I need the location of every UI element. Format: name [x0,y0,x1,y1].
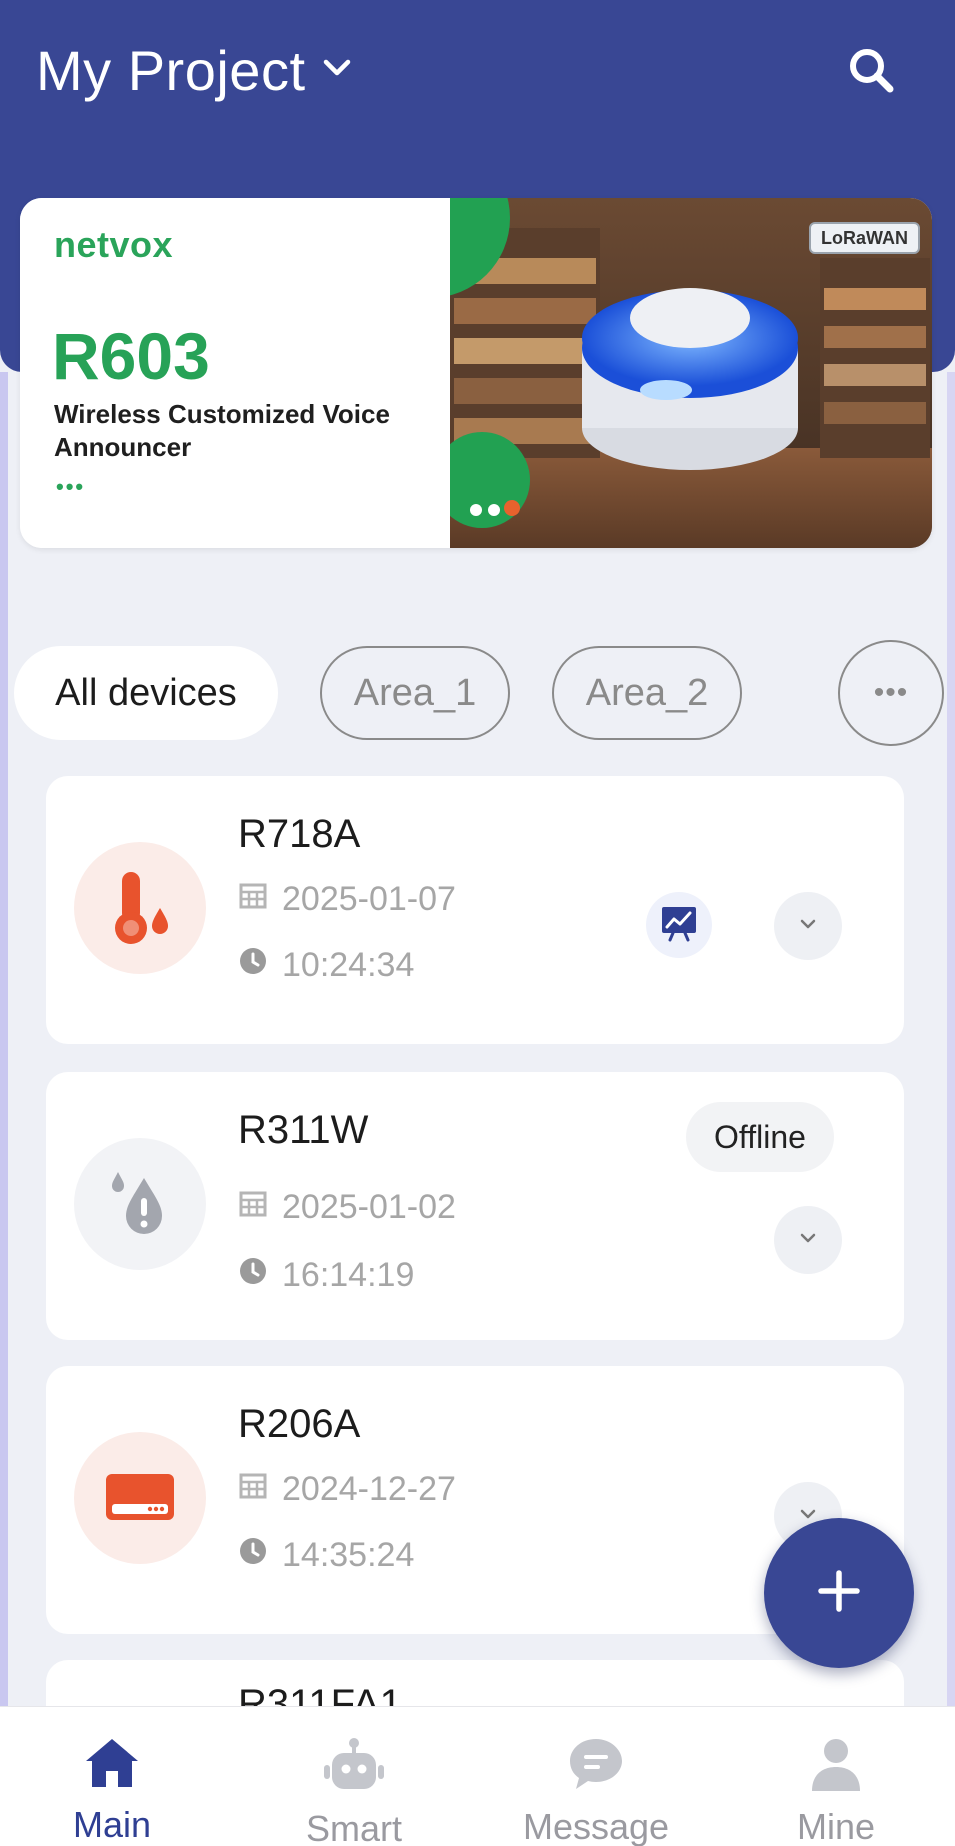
chip-more[interactable]: ••• [838,640,944,746]
nav-item-mine[interactable]: Mine [736,1707,936,1846]
search-icon [846,45,896,100]
clock-icon [238,1256,268,1295]
banner-photo: LoRaWAN [430,198,932,548]
banner-dots: ••• [56,474,86,499]
device-time-row: 10:24:34 [238,946,414,985]
device-name: R311W [238,1108,369,1152]
device-date: 2025-01-02 [282,1188,456,1226]
robot-icon [322,1735,386,1800]
banner-description: Wireless Customized Voice Announcer [54,399,390,462]
chip-area-2[interactable]: Area_2 [552,646,742,740]
chevron-down-icon [320,51,354,90]
nav-label: Smart [305,1808,402,1846]
device-name: R206A [238,1402,361,1446]
chip-all-devices[interactable]: All devices [14,646,278,740]
search-button[interactable] [845,46,897,98]
device-date-row: 2025-01-07 [238,880,456,919]
device-icon-bg [74,1138,206,1270]
side-strip-left [0,372,8,1846]
device-date: 2024-12-27 [282,1470,456,1508]
device-time: 14:35:24 [282,1536,415,1574]
lorawan-badge: LoRaWAN [809,222,920,254]
add-device-button[interactable] [764,1518,914,1668]
plus-icon [815,1567,863,1620]
calendar-icon [238,1188,268,1227]
more-icon: ••• [873,676,909,709]
message-icon [566,1735,626,1798]
calendar-icon [238,1470,268,1509]
bottom-navigation: Main Smart Message Mine [0,1706,955,1846]
device-date: 2025-01-07 [282,880,456,918]
device-date-row: 2024-12-27 [238,1470,456,1509]
nav-item-main[interactable]: Main [12,1707,212,1846]
chip-area-1[interactable]: Area_1 [320,646,510,740]
device-icon-bg [74,1432,206,1564]
nav-item-smart[interactable]: Smart [254,1707,454,1846]
user-icon [808,1735,864,1798]
promo-banner[interactable]: LoRaWAN netvox R603 Wireless Customized … [20,198,932,548]
gateway-icon [92,1448,188,1549]
water-leak-icon [92,1154,188,1255]
calendar-icon [238,880,268,919]
device-time: 10:24:34 [282,946,415,984]
home-icon [82,1735,142,1796]
chart-button[interactable] [646,892,712,958]
expand-button[interactable] [774,892,842,960]
device-date-row: 2025-01-02 [238,1188,456,1227]
app-root: My Project LoRaWAN netvox R603 Wireless … [0,0,955,1846]
device-card[interactable]: R718A 2025-01-07 10:24:34 [46,776,904,1044]
device-icon-bg [74,842,206,974]
brand-logo: netvox [54,224,174,265]
chevron-down-icon [796,1226,820,1255]
page-title: My Project [36,39,306,102]
nav-label: Main [72,1804,152,1845]
device-time-row: 16:14:19 [238,1256,414,1295]
device-time: 16:14:19 [282,1256,415,1294]
device-card[interactable]: R311W Offline 2025-01-02 16:14:19 [46,1072,904,1340]
thermometer-humidity-icon [92,858,188,959]
device-time-row: 14:35:24 [238,1536,414,1575]
project-selector[interactable]: My Project [36,38,354,103]
chevron-down-icon [796,912,820,941]
expand-button[interactable] [774,1206,842,1274]
device-name: R718A [238,812,361,856]
nav-label: Mine [796,1806,876,1846]
clock-icon [238,946,268,985]
status-badge: Offline [686,1102,834,1172]
banner-model: R603 [52,319,210,393]
area-filter: All devices Area_1 Area_2 ••• [14,640,955,746]
chart-icon [659,903,699,948]
nav-label: Message [522,1806,670,1846]
clock-icon [238,1536,268,1575]
banner-text-panel: netvox R603 Wireless Customized Voice An… [20,198,450,548]
side-strip-right [947,372,955,1846]
nav-item-message[interactable]: Message [496,1707,696,1846]
